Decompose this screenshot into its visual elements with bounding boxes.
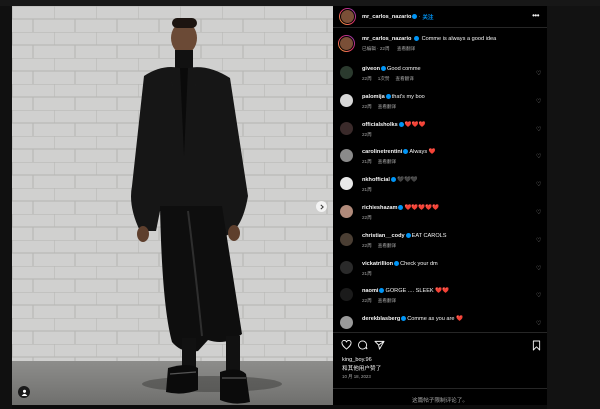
more-icon[interactable]: ••• (532, 12, 539, 20)
post-photo-image (12, 6, 333, 405)
comment-text: Always ❤️ (409, 149, 436, 156)
comment-username[interactable]: giveon (362, 66, 380, 72)
post-photo[interactable] (12, 6, 333, 405)
caption-username[interactable]: mr_carlos_nazario (362, 36, 411, 42)
comment-avatar[interactable] (340, 316, 353, 330)
verified-icon (385, 93, 391, 99)
comment-meta-item: 21周 (362, 187, 372, 193)
comment-meta-item: 22周 (362, 215, 372, 220)
header-separator: · (418, 13, 421, 20)
comment-meta-item: 22周 (362, 242, 372, 248)
comment-like-icon[interactable]: ♡ (536, 320, 541, 327)
comment-icon[interactable] (357, 340, 368, 350)
comment-meta-item[interactable]: 查看翻译 (378, 104, 396, 109)
comment-meta-item[interactable]: 查看翻译 (378, 159, 396, 164)
comment-username[interactable]: christian__cody (362, 233, 405, 239)
comment-meta-item: 21周 (362, 270, 372, 276)
post-actions: king_boy.96 和其他用户赞了 10 月 18, 2023 这篇帖子限制… (333, 332, 547, 405)
comment-username[interactable]: carolinetrentini (362, 149, 402, 155)
verified-icon (390, 177, 396, 183)
comment-avatar[interactable] (340, 232, 353, 246)
verified-icon (403, 149, 409, 155)
caption-avatar[interactable] (338, 35, 355, 52)
comment-avatar[interactable] (340, 149, 353, 163)
comment-text: ❤️❤️❤️ (404, 121, 426, 128)
author-avatar[interactable] (339, 8, 356, 25)
comment-text: GORGE .... SLEEK ❤️❤️ (385, 288, 450, 295)
comment-like-icon[interactable]: ♡ (536, 153, 541, 160)
comment-username[interactable]: palomija (362, 94, 385, 100)
comment-avatar[interactable] (340, 260, 353, 274)
window-right-strip (547, 6, 600, 409)
comment-meta-item: 22周 (362, 131, 372, 137)
comment-username[interactable]: derekblasberg (362, 316, 400, 322)
verified-icon (401, 316, 407, 322)
caption-text: Comme is always a good idea (421, 36, 497, 42)
post-header: mr_carlos_nazario · 关注 ••• (333, 6, 547, 28)
chevron-right-icon (319, 204, 324, 209)
comment-meta-item: 21周 (362, 159, 372, 165)
heart-icon[interactable] (341, 340, 352, 350)
comment-text: Good comme (387, 66, 421, 72)
window-left-strip (0, 6, 12, 409)
comment-meta-item: 22周 (362, 76, 372, 81)
comment-meta-item[interactable]: 查看翻译 (395, 76, 413, 81)
verified-icon (394, 260, 400, 266)
comment-avatar[interactable] (340, 93, 353, 107)
comment-meta-item[interactable]: 查看翻译 (378, 243, 396, 248)
comment-like-icon[interactable]: ♡ (536, 209, 541, 216)
post-side-panel: mr_carlos_nazario · 关注 ••• mr_carlos_naz… (333, 6, 547, 405)
comment-like-icon[interactable]: ♡ (536, 126, 541, 133)
comment-text: 🖤🖤🖤 (396, 177, 418, 184)
comment-username[interactable]: nkhofficial (362, 177, 390, 183)
verified-icon (405, 232, 411, 238)
comment-like-icon[interactable]: ♡ (536, 237, 541, 244)
comment-avatar[interactable] (340, 121, 353, 135)
verified-icon (381, 66, 387, 72)
verified-icon (412, 14, 418, 19)
comment-avatar[interactable] (340, 205, 353, 218)
comment-avatar[interactable] (340, 177, 353, 191)
comment-text: ❤️❤️❤️❤️❤️ (404, 205, 440, 211)
verified-icon (398, 121, 404, 127)
comment-username[interactable]: vickatrillion (362, 261, 393, 267)
liked-by-suffix[interactable]: 和其他用户赞了 (342, 364, 381, 372)
caption-see-translation[interactable]: 查看翻译 (397, 46, 415, 51)
verified-icon (398, 205, 404, 211)
comment-meta-item: 22周 (362, 103, 372, 109)
comment-meta-item[interactable]: 1次赞 (378, 76, 390, 81)
user-tag-button[interactable] (18, 386, 30, 398)
comment-like-icon[interactable]: ♡ (536, 265, 541, 272)
verified-icon (414, 36, 419, 42)
comment-meta-item[interactable]: 查看翻译 (378, 298, 396, 303)
bookmark-icon[interactable] (532, 340, 541, 351)
next-media-button[interactable] (316, 201, 327, 212)
comment-text: Comme as you are ❤️ (407, 316, 464, 323)
comment-like-icon[interactable]: ♡ (536, 98, 541, 105)
comment-username[interactable]: richieshazam (362, 205, 397, 211)
comment-avatar[interactable] (340, 288, 353, 302)
comments-limited-notice: 这篇帖子限制评论了。 (333, 388, 547, 404)
user-tag-icon (21, 389, 27, 396)
comments-list[interactable]: mr_carlos_nazario Comme is always a good… (333, 30, 547, 332)
author-username[interactable]: mr_carlos_nazario (362, 14, 411, 20)
comment-avatar[interactable] (340, 66, 353, 79)
comment-like-icon[interactable]: ♡ (536, 292, 541, 299)
comment-text: Check your dm (400, 260, 438, 267)
comment-like-icon[interactable]: ♡ (536, 181, 541, 188)
comment-text: EAT CAROLS (411, 232, 447, 239)
verified-icon (379, 288, 385, 294)
post-date[interactable]: 10 月 18, 2023 (342, 374, 371, 380)
comment-username[interactable]: officialsholks (362, 122, 398, 128)
comment-text: that's my boo (391, 93, 425, 100)
comment-like-icon[interactable]: ♡ (536, 70, 541, 77)
comment-username[interactable]: naomi (362, 288, 378, 294)
liked-by-user[interactable]: king_boy.96 (342, 357, 372, 363)
share-icon[interactable] (374, 340, 385, 350)
caption-meta-edited: 已编辑 · 22周 (362, 46, 390, 51)
comment-meta-item: 22周 (362, 298, 372, 304)
follow-button[interactable]: 关注 (422, 13, 433, 21)
